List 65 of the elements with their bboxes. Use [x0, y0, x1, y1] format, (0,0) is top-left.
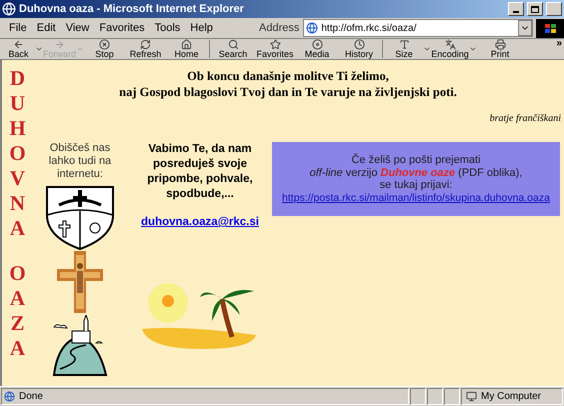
computer-icon: [466, 391, 477, 402]
signature-text: bratje frančiškani: [490, 112, 562, 126]
refresh-icon: [140, 39, 151, 50]
status-text: Done: [19, 390, 43, 404]
toolbar-button[interactable]: Favorites: [254, 38, 296, 60]
star-icon: [270, 39, 280, 50]
maximize-button[interactable]: [527, 2, 543, 16]
invite-text: Vabimo Te, da nam posreduješ svoje pripombe, pohvale, spodbude,...: [146, 142, 254, 202]
back-arrow-icon: [13, 39, 24, 50]
toolbar-button[interactable]: Back: [2, 38, 43, 60]
zone-text: My Computer: [481, 390, 542, 404]
windows-logo-icon: [536, 18, 564, 38]
coat-of-arms-drawing: [45, 185, 115, 251]
minimize-button[interactable]: [508, 2, 524, 16]
crucifix-drawing: [57, 251, 103, 313]
menu-item[interactable]: View: [60, 20, 94, 36]
subscribe-link[interactable]: https://posta.rkc.si/mailman/listinfo/skupina.duhovna.oaza: [282, 192, 550, 204]
disc-icon: [312, 39, 322, 50]
more-tools-button[interactable]: »: [556, 39, 562, 49]
printer-icon: [494, 39, 506, 50]
address-value: http://ofm.rkc.si/oaza/: [321, 22, 418, 36]
toolbar-button[interactable]: Encoding: [431, 38, 477, 60]
menu-item[interactable]: Tools: [150, 20, 186, 36]
vertical-title: DUHOVNA: [8, 66, 27, 241]
caret-icon: [76, 45, 84, 53]
address-field[interactable]: http://ofm.rkc.si/oaza/: [303, 19, 533, 37]
status-panel: [427, 388, 443, 405]
toolbar-button[interactable]: Media: [296, 38, 338, 60]
search-icon: [228, 39, 238, 50]
toolbar-button[interactable]: Search: [212, 38, 254, 60]
notice-text: off-line verzijo Duhovne oaze (PDF oblika),: [310, 166, 522, 179]
toolbar-button[interactable]: Stop: [84, 38, 125, 60]
clock-icon: [354, 39, 364, 50]
forward-arrow-icon: [54, 39, 65, 50]
toolbar-button[interactable]: Print: [477, 38, 523, 60]
notice-text: se tukaj prijavi:: [380, 179, 452, 192]
toolbar-button[interactable]: Size: [385, 38, 431, 60]
text-size-icon: [398, 39, 410, 50]
toolbar-button[interactable]: Refresh: [125, 38, 166, 60]
address-dropdown-button[interactable]: [518, 20, 532, 36]
menu-item[interactable]: Help: [185, 20, 218, 36]
window-title: Duhovna oaza - Microsoft Internet Explorer: [19, 2, 245, 17]
church-on-hill-drawing: [52, 315, 108, 377]
vertical-title: OAZA: [8, 261, 27, 361]
visit-text: Obiščeš nas lahko tudi na internetu:: [48, 142, 112, 181]
header-text: Ob koncu današnje molitve Ti želimo,: [187, 68, 389, 84]
header-text: naj Gospod blagoslovi Tvoj dan in Te varuje na življenjski poti.: [119, 84, 457, 100]
encoding-icon: [444, 39, 456, 50]
address-label: Address: [258, 20, 300, 36]
close-button[interactable]: [546, 2, 562, 16]
caret-icon: [423, 45, 431, 53]
page-icon: [306, 22, 318, 34]
home-icon: [181, 39, 192, 50]
toolbar-button[interactable]: History: [338, 38, 380, 60]
menu-item[interactable]: Favorites: [94, 20, 150, 36]
browser-icon: [2, 2, 16, 16]
toolbar-button[interactable]: Home: [166, 38, 207, 60]
caret-icon: [35, 45, 43, 53]
page-icon: [4, 391, 15, 402]
menu-item[interactable]: File: [4, 20, 32, 36]
stop-icon: [99, 39, 110, 50]
menu-item[interactable]: Edit: [32, 20, 61, 36]
email-link[interactable]: duhovna.oaza@rkc.si: [141, 214, 259, 232]
notice-text: Če želiš po pošti prejemati: [351, 154, 480, 166]
caret-icon: [469, 45, 477, 53]
